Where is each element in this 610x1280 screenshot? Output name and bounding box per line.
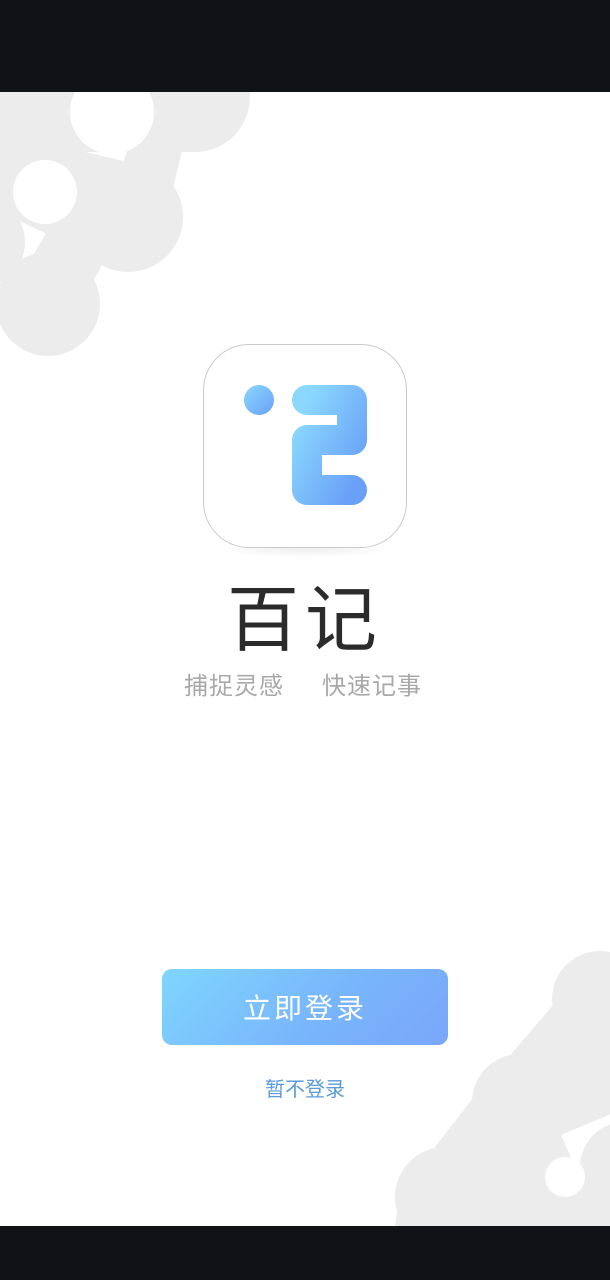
login-button[interactable]: 立即登录 — [162, 969, 448, 1045]
skip-login-link[interactable]: 暂不登录 — [0, 1075, 610, 1103]
slogan-left: 捕捉灵感 — [184, 672, 284, 700]
status-bar — [0, 0, 610, 92]
slogan-right: 快速记事 — [322, 672, 422, 700]
app-icon — [203, 344, 407, 548]
navigation-bar — [0, 1226, 610, 1280]
app-name: 百记 — [226, 578, 383, 662]
app-icon-shadow — [215, 548, 395, 558]
dots-ji-logo-icon — [244, 385, 367, 505]
welcome-screen: 百记 捕捉灵感 快速记事 立即登录 暂不登录 — [0, 92, 610, 1226]
